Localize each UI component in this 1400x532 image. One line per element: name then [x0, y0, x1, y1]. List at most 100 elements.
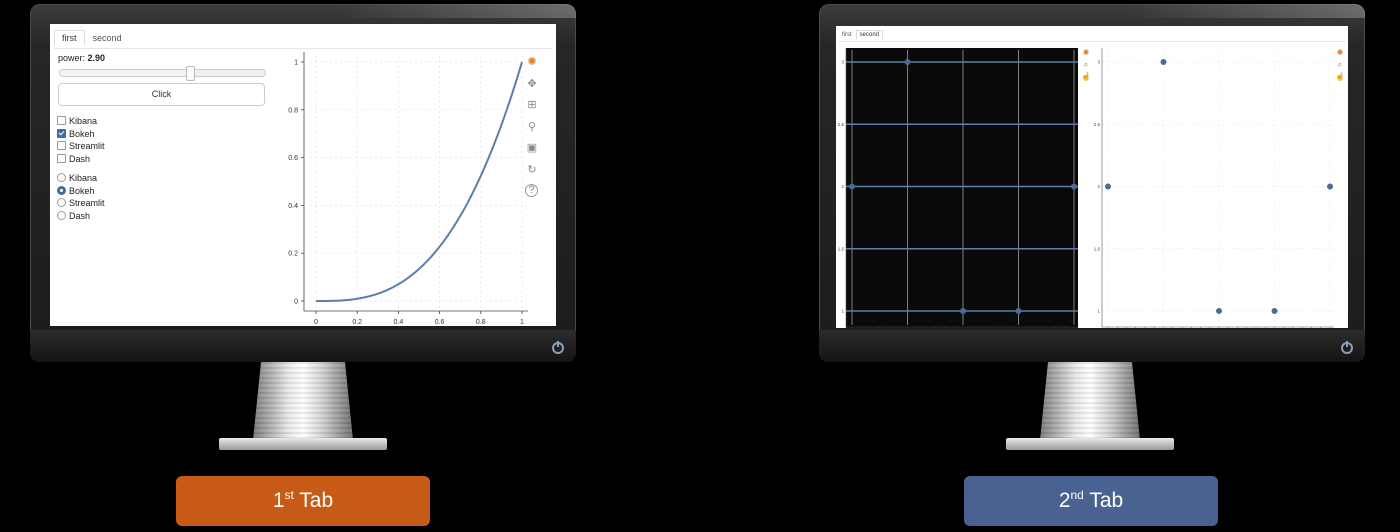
checkbox-label: Kibana: [69, 116, 98, 126]
monitor-bezel: [30, 330, 576, 362]
help-icon[interactable]: ?: [525, 184, 538, 197]
y-tick-label: 0: [294, 299, 298, 306]
line-plot[interactable]: 0 0.2 0.4 0.6 0.8 1 0 0.2 0.4 0.6 0.8 1: [260, 44, 528, 326]
monitor-1-stand: [219, 362, 387, 452]
slider-fill: [60, 70, 190, 76]
checkbox-streamlit[interactable]: Streamlit: [57, 141, 105, 152]
y-tick-label: 0.8: [288, 107, 298, 114]
monitor-2-stand: [1006, 362, 1174, 452]
y-tick-label: 1.5: [838, 246, 845, 251]
monitor-1: first second power: 2.90 Click Kibana Boke…: [30, 4, 576, 362]
monitor-2: first second 1 1.5 2 2.5 3 1 1.5 2 2.5 3 ✺ ⌕ ☝ ✺ ⌕ ☝: [819, 4, 1365, 362]
caption-1-rest: Tab: [293, 489, 334, 512]
bokeh-logo-icon: ✺: [527, 56, 537, 68]
slider-label: power: 2.90: [58, 53, 105, 63]
data-point: [1160, 59, 1167, 65]
checkbox-label: Dash: [69, 153, 91, 164]
checkbox-bokeh[interactable]: Bokeh: [57, 129, 95, 140]
data-point: [960, 308, 966, 314]
checkbox-dash[interactable]: Dash: [57, 154, 90, 165]
y-tick-label: 0.6: [288, 155, 298, 162]
tap-icon[interactable]: ☝: [1079, 70, 1093, 84]
radio-streamlit[interactable]: Streamlit: [57, 198, 105, 209]
y-tick-label: 2: [841, 184, 844, 189]
power-slider[interactable]: [59, 66, 266, 81]
stand-neck: [253, 362, 353, 440]
monitor-bezel: [819, 330, 1365, 362]
caption-1-num: 1: [272, 489, 285, 512]
caption-tab-2: 2nd Tab: [964, 476, 1218, 526]
data-point: [1071, 183, 1077, 190]
y-tick-label: 1.5: [1094, 246, 1101, 251]
monitor-gloss: [336, 4, 576, 18]
slider-value: 2.90: [87, 53, 106, 63]
stand-neck: [1040, 362, 1140, 440]
wheel-zoom-icon[interactable]: ⚲: [525, 120, 539, 134]
screen-2: first second 1 1.5 2 2.5 3 1 1.5 2 2.5 3 ✺ ⌕ ☝ ✺ ⌕ ☝: [836, 26, 1348, 328]
radio-button[interactable]: [57, 198, 66, 208]
tab-second[interactable]: second: [855, 30, 884, 39]
reset-icon[interactable]: ↻: [525, 163, 539, 177]
pan-icon[interactable]: ✥: [525, 77, 539, 91]
radio-dash[interactable]: Dash: [57, 211, 90, 222]
x-tick-label: 0.2: [352, 319, 362, 326]
radio-button[interactable]: [57, 210, 66, 220]
monitor-gloss: [1125, 4, 1365, 18]
radio-button[interactable]: [57, 173, 66, 183]
y-tick-label: 3: [841, 60, 844, 65]
x-tick-label: 0.6: [435, 319, 445, 326]
x-tick-label: 0: [314, 319, 318, 326]
screen-1: first second power: 2.90 Click Kibana Boke…: [50, 24, 556, 326]
checkbox-box[interactable]: [57, 116, 66, 126]
caption-2-sup: nd: [1070, 488, 1084, 502]
radio-button[interactable]: [57, 185, 66, 195]
tab-bar: first second: [838, 30, 884, 46]
tab-first[interactable]: first: [54, 30, 85, 45]
data-point: [904, 59, 911, 65]
checkbox-box[interactable]: [57, 128, 66, 138]
stand-base: [1006, 438, 1174, 450]
checkbox-box[interactable]: [57, 153, 66, 163]
y-tick-label: 2.5: [838, 122, 845, 127]
y-tick-label: 2.5: [1094, 122, 1101, 127]
light-scatter-plot[interactable]: 1 1.5 2 2.5 3: [1092, 46, 1336, 328]
y-tick-label: 2: [1097, 184, 1100, 189]
slider-handle[interactable]: [185, 66, 195, 81]
y-tick-label: 1: [294, 60, 298, 67]
data-point: [1271, 308, 1278, 314]
slider-title: power:: [58, 53, 86, 63]
y-tick-label: 0.4: [288, 203, 298, 210]
stand-base: [219, 438, 387, 450]
data-point: [849, 183, 855, 190]
dark-scatter-plot[interactable]: 1 1.5 2 2.5 3: [836, 46, 1080, 328]
radio-bokeh[interactable]: Bokeh: [57, 186, 95, 197]
click-button[interactable]: Click: [58, 83, 265, 106]
caption-2-num: 2: [1058, 489, 1071, 512]
save-icon[interactable]: ▣: [525, 141, 539, 155]
data-point: [1327, 183, 1333, 190]
checkbox-label: Streamlit: [69, 141, 105, 151]
checkbox-kibana[interactable]: Kibana: [57, 116, 97, 127]
data-point: [1216, 308, 1222, 314]
y-tick-label: 3: [1097, 60, 1100, 65]
plot-background: [1102, 48, 1334, 328]
data-point: [1015, 308, 1022, 314]
caption-tab-1: 1st Tab: [176, 476, 430, 526]
radio-kibana[interactable]: Kibana: [57, 173, 97, 184]
box-zoom-icon[interactable]: ⊞: [525, 98, 539, 112]
y-tick-label: 1: [841, 309, 844, 314]
caption-1-sup: st: [284, 488, 294, 502]
plot-background: [846, 48, 1078, 328]
tab-second[interactable]: second: [84, 30, 130, 45]
y-tick-label: 0.2: [288, 251, 298, 258]
tap-icon[interactable]: ☝: [1333, 70, 1347, 84]
y-tick-label: 1: [1097, 309, 1100, 314]
x-tick-label: 0.4: [394, 319, 404, 326]
tab-bar: first second: [54, 30, 130, 46]
radio-label: Bokeh: [69, 185, 95, 196]
checkbox-label: Bokeh: [69, 128, 95, 139]
power-button-icon: [1341, 341, 1353, 354]
tab-first[interactable]: first: [838, 30, 856, 39]
x-tick-label: 0.8: [476, 319, 486, 326]
checkbox-box[interactable]: [57, 141, 66, 151]
